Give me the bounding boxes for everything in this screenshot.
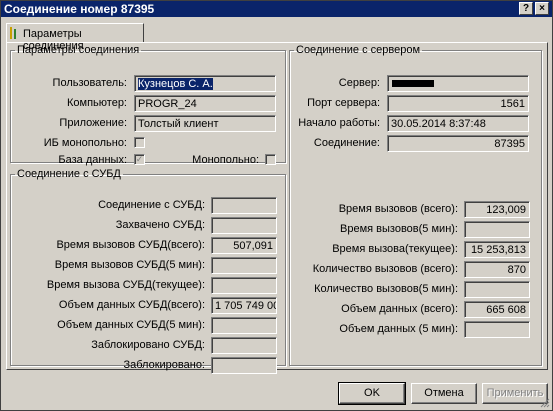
port-label: Порт сервера:	[307, 97, 380, 109]
dbms-captured-label: Захвачено СУБД:	[115, 219, 205, 231]
dbms-group: Соединение с СУБД Соединение с СУБД: Зах…	[10, 168, 286, 374]
window-title: Соединение номер 87395	[4, 2, 155, 16]
user-field[interactable]: Кузнецов С. А.	[134, 75, 276, 92]
db-label: База данных:	[58, 154, 127, 166]
data-5min-field[interactable]	[464, 321, 530, 338]
dbms-time-current-label: Время вызова СУБД(текущее):	[46, 279, 205, 291]
ib-mono-label: ИБ монопольно:	[43, 137, 127, 149]
connection-label: Соединение:	[313, 137, 380, 149]
user-value: Кузнецов С. А.	[138, 78, 213, 90]
connection-field[interactable]: 87395	[387, 135, 529, 152]
start-label: Начало работы:	[298, 117, 380, 129]
server-field[interactable]	[387, 75, 529, 92]
dbms-time-total-label: Время вызовов СУБД(всего):	[56, 239, 205, 251]
mono-checkbox[interactable]	[265, 154, 276, 165]
connection-icon	[10, 27, 16, 39]
db-checkbox[interactable]: ✓	[134, 154, 145, 165]
start-field[interactable]: 30.05.2014 8:37:48	[387, 115, 529, 132]
group-title: Соединение с сервером	[296, 44, 421, 56]
calls-time-5min-label: Время вызовов(5 мин):	[340, 223, 458, 235]
calls-time-5min-field[interactable]	[464, 221, 530, 238]
tab-connection-params[interactable]: Параметры соединения	[6, 23, 144, 52]
close-button[interactable]: ×	[535, 2, 549, 15]
call-time-current-label: Время вызова(текущее):	[332, 243, 458, 255]
connection-params-group: Параметры соединения Пользователь: Кузне…	[10, 44, 286, 166]
user-label: Пользователь:	[52, 77, 127, 89]
server-group: Соединение с сервером Сервер: Порт серве…	[289, 44, 542, 366]
help-button[interactable]: ?	[519, 2, 533, 15]
dbms-time-total-field[interactable]: 507,091	[211, 237, 277, 254]
dbms-captured-field[interactable]	[211, 217, 277, 234]
apply-button[interactable]: Применить	[482, 383, 548, 404]
dbms-data-total-field[interactable]: 1 705 749 000	[211, 297, 277, 314]
ok-button[interactable]: OK	[338, 382, 406, 405]
dbms-time-5min-label: Время вызовов СУБД(5 мин):	[54, 259, 205, 271]
redacted-block	[392, 80, 434, 87]
dialog-window: Соединение номер 87395 ? × Параметры сое…	[0, 0, 553, 411]
resize-grip-icon[interactable]	[540, 398, 550, 408]
calls-count-total-label: Количество вызовов (всего):	[312, 263, 458, 275]
calls-time-total-field[interactable]: 123,009	[464, 201, 530, 218]
dbms-locked-field[interactable]	[211, 337, 277, 354]
calls-count-5min-field[interactable]	[464, 281, 530, 298]
group-title: Параметры соединения	[17, 44, 140, 56]
group-title: Соединение с СУБД	[17, 168, 121, 180]
data-total-label: Объем данных (всего):	[341, 303, 458, 315]
cancel-button[interactable]: Отмена	[411, 383, 477, 404]
dbms-data-5min-label: Объем данных СУБД(5 мин):	[57, 319, 205, 331]
tab-panel: Параметры соединения Пользователь: Кузне…	[6, 42, 548, 374]
app-field[interactable]: Толстый клиент	[134, 115, 276, 132]
dbms-data-5min-field[interactable]	[211, 317, 277, 334]
app-label: Приложение:	[59, 117, 127, 129]
calls-count-5min-label: Количество вызовов(5 мин):	[314, 283, 458, 295]
locked-field[interactable]	[211, 357, 277, 374]
server-label: Сервер:	[338, 77, 380, 89]
data-5min-label: Объем данных (5 мин):	[339, 323, 458, 335]
dbms-conn-field[interactable]	[211, 197, 277, 214]
calls-count-total-field[interactable]: 870	[464, 261, 530, 278]
locked-label: Заблокировано:	[123, 359, 205, 371]
dbms-time-5min-field[interactable]	[211, 257, 277, 274]
computer-field[interactable]: PROGR_24	[134, 95, 276, 112]
dbms-locked-label: Заблокировано СУБД:	[91, 339, 205, 351]
computer-label: Компьютер:	[67, 97, 127, 109]
dbms-time-current-field[interactable]	[211, 277, 277, 294]
title-bar[interactable]: Соединение номер 87395 ? ×	[1, 1, 552, 17]
data-total-field[interactable]: 665 608	[464, 301, 530, 318]
dbms-conn-label: Соединение с СУБД:	[98, 199, 205, 211]
dbms-data-total-label: Объем данных СУБД(всего):	[58, 299, 205, 311]
ib-mono-checkbox[interactable]	[134, 137, 145, 148]
mono-label: Монопольно:	[192, 154, 259, 166]
port-field[interactable]: 1561	[387, 95, 529, 112]
call-time-current-field[interactable]: 15 253,813	[464, 241, 530, 258]
calls-time-total-label: Время вызовов (всего):	[338, 203, 458, 215]
